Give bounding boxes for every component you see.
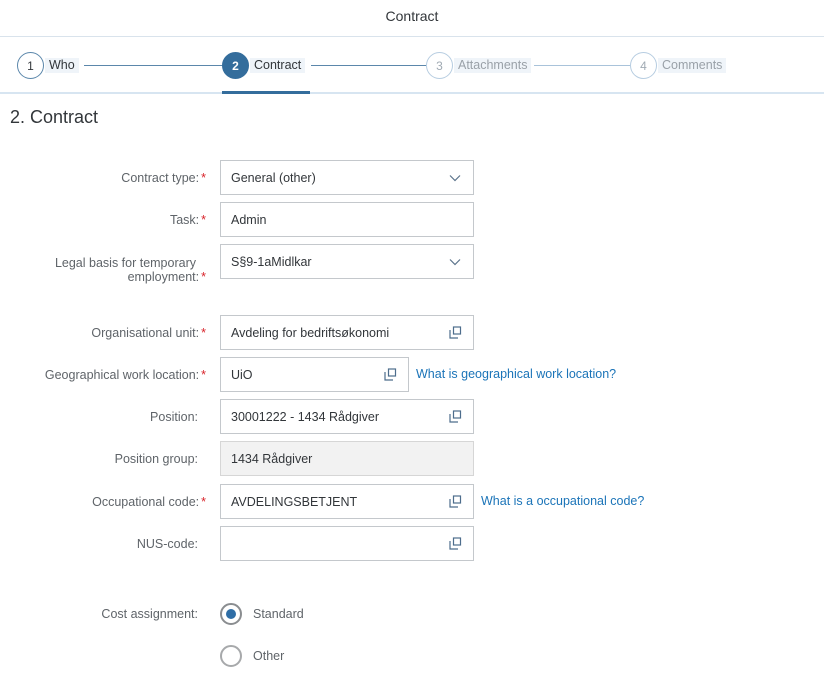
step-number: 3 <box>426 52 453 79</box>
step-label: Contract <box>250 58 306 73</box>
radio-button[interactable] <box>220 645 242 667</box>
field-label: NUS-code: <box>137 537 206 551</box>
input-value: Admin <box>231 212 267 227</box>
radio-label: Other <box>253 649 285 663</box>
field-label: Position: <box>150 410 206 424</box>
chevron-down-icon[interactable] <box>437 245 473 278</box>
label-text: Position group: <box>114 452 198 466</box>
chevron-down-icon[interactable] <box>437 161 473 194</box>
required-marker: * <box>201 368 206 382</box>
field-label: Task: * <box>170 213 206 227</box>
label-text: Organisational unit: <box>91 326 200 340</box>
wizard-step-who[interactable]: 1 Who <box>17 52 79 79</box>
step-number: 2 <box>222 52 249 79</box>
required-marker: * <box>201 270 206 284</box>
section-title: 2. Contract <box>10 107 99 127</box>
step-label: Comments <box>658 58 727 73</box>
field-label: Contract type: * <box>121 171 206 185</box>
label-text: Geographical work location: <box>44 368 200 382</box>
field-label: Geographical work location: * <box>45 368 206 382</box>
value-help-icon[interactable] <box>437 400 473 433</box>
contract-type-select[interactable]: General (other) <box>220 160 474 195</box>
radio-option-standard[interactable]: Standard <box>220 603 304 625</box>
radio-button-checked[interactable] <box>220 603 242 625</box>
wizard-connector <box>84 65 222 66</box>
wizard-step-contract[interactable]: 2 Contract <box>222 52 306 79</box>
required-marker: * <box>201 495 206 509</box>
radio-label: Standard <box>253 607 304 621</box>
label-text: Cost assignment: <box>101 607 198 621</box>
wizard-connector <box>534 65 630 66</box>
label-text: Contract type: <box>121 171 200 185</box>
value-help-icon[interactable] <box>437 485 473 518</box>
nus-code-input[interactable] <box>220 526 474 561</box>
input-value: UiO <box>231 367 253 382</box>
geo-location-help-link[interactable]: What is geographical work location? <box>416 367 616 381</box>
step-number: 4 <box>630 52 657 79</box>
value-help-icon[interactable] <box>437 316 473 349</box>
org-unit-input[interactable]: Avdeling for bedriftsøkonomi <box>220 315 474 350</box>
page-title: Contract <box>385 8 439 24</box>
wizard-connector <box>311 65 426 66</box>
label-text: NUS-code: <box>136 537 198 551</box>
occupational-code-input[interactable]: AVDELINGSBETJENT <box>220 484 474 519</box>
label-text: Position: <box>150 410 198 424</box>
occupational-code-help-link[interactable]: What is a occupational code? <box>481 494 644 508</box>
input-value: Avdeling for bedriftsøkonomi <box>231 325 390 340</box>
field-label: Organisational unit: * <box>91 326 206 340</box>
label-text: Occupational code: <box>92 495 200 509</box>
active-step-indicator <box>222 91 310 94</box>
step-label: Who <box>45 58 79 73</box>
label-text: employment: <box>127 270 200 284</box>
value-help-icon[interactable] <box>372 358 408 391</box>
required-marker: * <box>201 171 206 185</box>
readonly-value: 1434 Rådgiver <box>231 451 313 466</box>
task-input[interactable]: Admin <box>220 202 474 237</box>
required-marker: * <box>201 213 206 227</box>
step-number: 1 <box>17 52 44 79</box>
value-help-icon[interactable] <box>437 527 473 560</box>
field-label: Cost assignment: <box>101 607 206 621</box>
input-value: AVDELINGSBETJENT <box>231 494 358 509</box>
wizard-step-attachments[interactable]: 3 Attachments <box>426 52 532 79</box>
legal-basis-select[interactable]: S§9-1aMidlkar <box>220 244 474 279</box>
field-label: Occupational code: * <box>92 495 206 509</box>
wizard-step-comments[interactable]: 4 Comments <box>630 52 727 79</box>
field-label: Legal basis for temporary employment: * <box>55 256 206 284</box>
position-input[interactable]: 30001222 - 1434 Rådgiver <box>220 399 474 434</box>
step-label: Attachments <box>454 58 532 73</box>
page-header: Contract <box>0 0 824 37</box>
wizard-progress-bar: 1 Who 2 Contract 3 Attachments 4 Comment… <box>0 37 824 94</box>
radio-option-other[interactable]: Other <box>220 645 284 667</box>
input-value: 30001222 - 1434 Rådgiver <box>231 409 380 424</box>
label-text: Task: <box>169 213 200 227</box>
label-text: Legal basis for temporary <box>54 256 196 270</box>
geo-location-input[interactable]: UiO <box>220 357 409 392</box>
select-value: S§9-1aMidlkar <box>231 254 312 269</box>
field-label: Position group: <box>115 452 206 466</box>
required-marker: * <box>201 326 206 340</box>
select-value: General (other) <box>231 170 316 185</box>
position-group-field: 1434 Rådgiver <box>220 441 474 476</box>
